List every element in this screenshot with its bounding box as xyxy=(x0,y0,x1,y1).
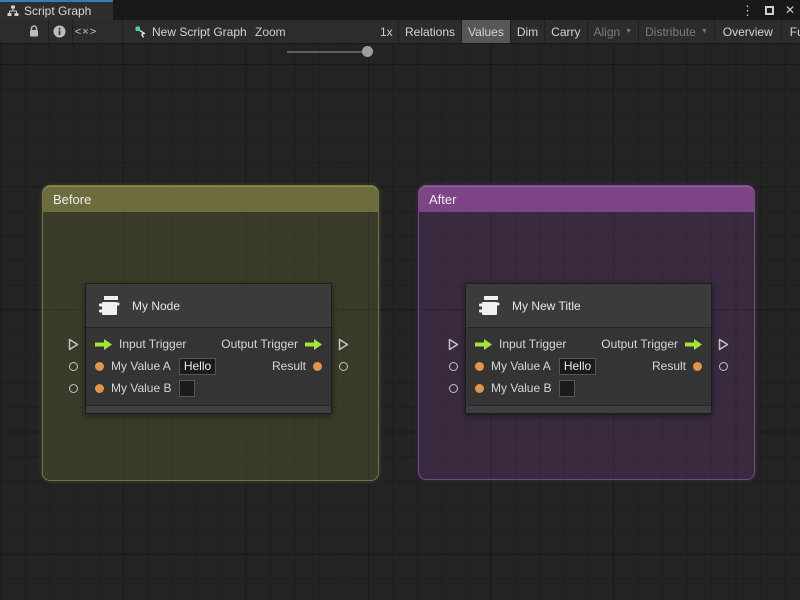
external-value-port[interactable] xyxy=(719,362,728,371)
external-flow-output-port[interactable] xyxy=(338,338,349,354)
graph-toolbar: <×> New Script Graph Zoom 1x Relations V… xyxy=(0,20,800,57)
node-before[interactable]: My Node Input Trigger Output Trigger My … xyxy=(68,283,349,414)
external-value-port[interactable] xyxy=(449,384,458,393)
lock-icon[interactable] xyxy=(24,20,44,43)
port-row-value-b: My Value B xyxy=(86,377,331,399)
value-a-input[interactable]: Hello xyxy=(558,357,597,375)
external-value-port[interactable] xyxy=(449,362,458,371)
info-icon[interactable] xyxy=(50,20,68,43)
port-row-triggers: Input Trigger Output Trigger xyxy=(86,333,331,355)
node-body: Input Trigger Output Trigger My Value A … xyxy=(86,328,331,405)
node-footer xyxy=(86,405,331,413)
window-maximize-icon[interactable] xyxy=(764,5,774,15)
values-button[interactable]: Values xyxy=(462,20,511,43)
value-b-input[interactable] xyxy=(179,379,196,397)
zoom-slider-track[interactable] xyxy=(287,51,371,53)
group-before-header[interactable]: Before xyxy=(43,186,378,212)
external-flow-input-port[interactable] xyxy=(448,338,459,354)
flow-output-icon[interactable] xyxy=(305,338,322,350)
toolbar-separator xyxy=(48,20,49,43)
input-trigger-label: Input Trigger xyxy=(499,337,567,351)
graph-pointer-icon xyxy=(133,20,149,43)
fullscreen-button[interactable]: Full Screen xyxy=(782,20,800,43)
value-b-label: My Value B xyxy=(491,381,552,395)
value-port-icon[interactable] xyxy=(313,361,322,371)
toolbar-toggle-group: Relations Values Dim Carry Align ▼ Distr… xyxy=(398,20,800,43)
output-trigger-label: Output Trigger xyxy=(601,337,678,351)
unit-icon xyxy=(476,293,502,319)
external-flow-input-port[interactable] xyxy=(68,338,79,354)
window-menu-icon[interactable]: ⋮ xyxy=(741,4,754,17)
tab-script-graph[interactable]: Script Graph xyxy=(0,0,113,20)
tab-title: Script Graph xyxy=(24,4,92,18)
external-value-port[interactable] xyxy=(69,362,78,371)
port-row-value-a: My Value A Hello Result xyxy=(86,355,331,377)
toolbar-separator xyxy=(72,20,73,43)
node-header[interactable]: My Node xyxy=(86,284,331,328)
input-trigger-label: Input Trigger xyxy=(119,337,187,351)
port-row-value-b: My Value B xyxy=(466,377,711,399)
external-value-port[interactable] xyxy=(69,384,78,393)
value-port-icon[interactable] xyxy=(475,361,484,371)
node-title: My Node xyxy=(132,298,181,313)
result-label: Result xyxy=(271,359,306,373)
value-port-icon[interactable] xyxy=(95,383,104,393)
chevron-down-icon: ▼ xyxy=(625,28,633,35)
value-a-input[interactable]: Hello xyxy=(178,357,217,375)
group-after-header[interactable]: After xyxy=(419,186,754,212)
external-value-port[interactable] xyxy=(339,362,348,371)
dim-button[interactable]: Dim xyxy=(511,20,546,43)
value-b-label: My Value B xyxy=(111,381,172,395)
window-close-icon[interactable]: ✕ xyxy=(785,3,795,17)
value-a-label: My Value A xyxy=(491,359,551,373)
zoom-label: Zoom xyxy=(255,24,286,39)
flow-input-icon[interactable] xyxy=(95,338,112,350)
group-title: Before xyxy=(53,191,92,207)
node-title: My New Title xyxy=(512,298,581,313)
value-port-icon[interactable] xyxy=(95,361,104,371)
node-body: Input Trigger Output Trigger My Value A … xyxy=(466,328,711,405)
group-title: After xyxy=(429,191,457,207)
graph-name-label[interactable]: New Script Graph xyxy=(152,20,247,43)
value-port-icon[interactable] xyxy=(693,361,702,371)
output-trigger-label: Output Trigger xyxy=(221,337,298,351)
value-a-label: My Value A xyxy=(111,359,171,373)
node-header[interactable]: My New Title xyxy=(466,284,711,328)
overview-button[interactable]: Overview xyxy=(715,20,782,43)
zoom-slider-handle[interactable] xyxy=(362,46,373,57)
value-port-icon[interactable] xyxy=(475,383,484,393)
external-flow-output-port[interactable] xyxy=(718,338,729,354)
zoom-value: 1x xyxy=(380,24,393,39)
result-label: Result xyxy=(651,359,686,373)
unit-icon xyxy=(96,293,122,319)
node-after[interactable]: My New Title Input Trigger Output Trigge… xyxy=(448,283,729,414)
value-b-input[interactable] xyxy=(559,379,576,397)
flow-output-icon[interactable] xyxy=(685,338,702,350)
node-footer xyxy=(466,405,711,413)
script-graph-icon xyxy=(7,5,19,17)
distribute-dropdown[interactable]: Distribute ▼ xyxy=(639,20,715,43)
port-row-triggers: Input Trigger Output Trigger xyxy=(466,333,711,355)
toolbar-separator xyxy=(122,20,123,43)
carry-button[interactable]: Carry xyxy=(545,20,588,43)
port-row-value-a: My Value A Hello Result xyxy=(466,355,711,377)
relations-button[interactable]: Relations xyxy=(399,20,463,43)
window-tab-bar: Script Graph ⋮ ✕ xyxy=(0,0,800,20)
flow-input-icon[interactable] xyxy=(475,338,492,350)
chevron-down-icon: ▼ xyxy=(700,28,708,35)
align-dropdown[interactable]: Align ▼ xyxy=(588,20,640,43)
code-icon[interactable]: <×> xyxy=(74,20,98,43)
